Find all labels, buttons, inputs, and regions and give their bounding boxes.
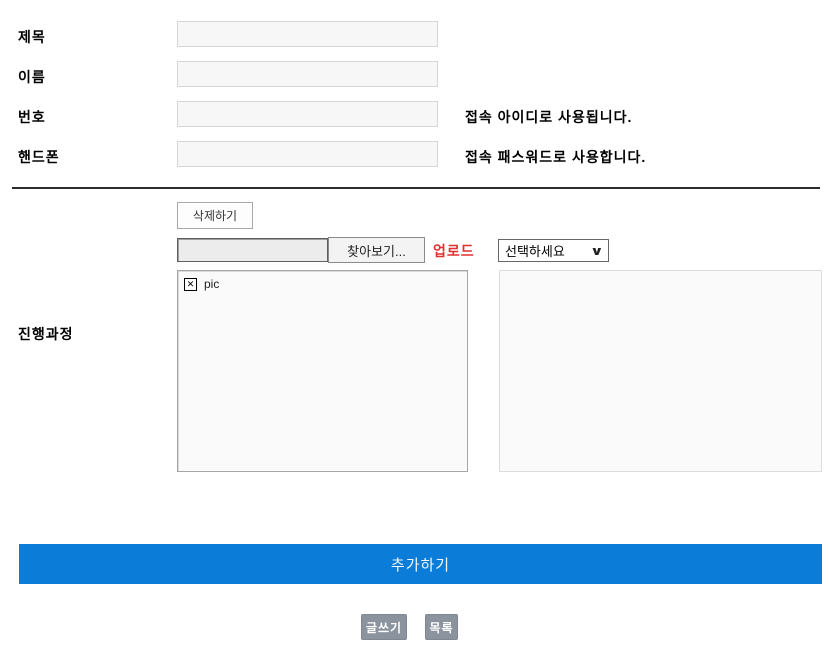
phone-note: 접속 패스워드로 사용합니다. (465, 149, 647, 165)
title-label: 제목 (18, 29, 46, 45)
name-label: 이름 (18, 69, 46, 85)
number-input[interactable] (177, 101, 438, 127)
file-name: pic (204, 277, 220, 291)
preview-box (499, 270, 822, 472)
phone-input[interactable] (177, 141, 438, 167)
uploaded-file-list[interactable]: ✕ pic (177, 270, 468, 472)
progress-label: 진행과정 (18, 326, 74, 342)
category-select-value: 선택하세요 (505, 244, 565, 259)
chevron-down-icon: ∨ (590, 243, 604, 258)
write-button[interactable]: 글쓰기 (361, 614, 407, 640)
category-select[interactable]: 선택하세요 ∨ (498, 239, 609, 262)
broken-image-icon: ✕ (184, 277, 197, 291)
delete-button[interactable]: 삭제하기 (177, 202, 253, 229)
number-note: 접속 아이디로 사용됩니다. (465, 109, 633, 125)
phone-label: 핸드폰 (18, 149, 60, 165)
file-list-item[interactable]: ✕ pic (184, 277, 461, 291)
list-button[interactable]: 목록 (425, 614, 458, 640)
upload-link[interactable]: 업로드 (433, 241, 475, 261)
number-label: 번호 (18, 109, 46, 125)
section-divider (12, 187, 820, 189)
file-path-input[interactable] (177, 238, 328, 262)
add-button[interactable]: 추가하기 (19, 544, 822, 584)
browse-button[interactable]: 찾아보기... (328, 237, 425, 263)
title-input[interactable] (177, 21, 438, 47)
name-input[interactable] (177, 61, 438, 87)
